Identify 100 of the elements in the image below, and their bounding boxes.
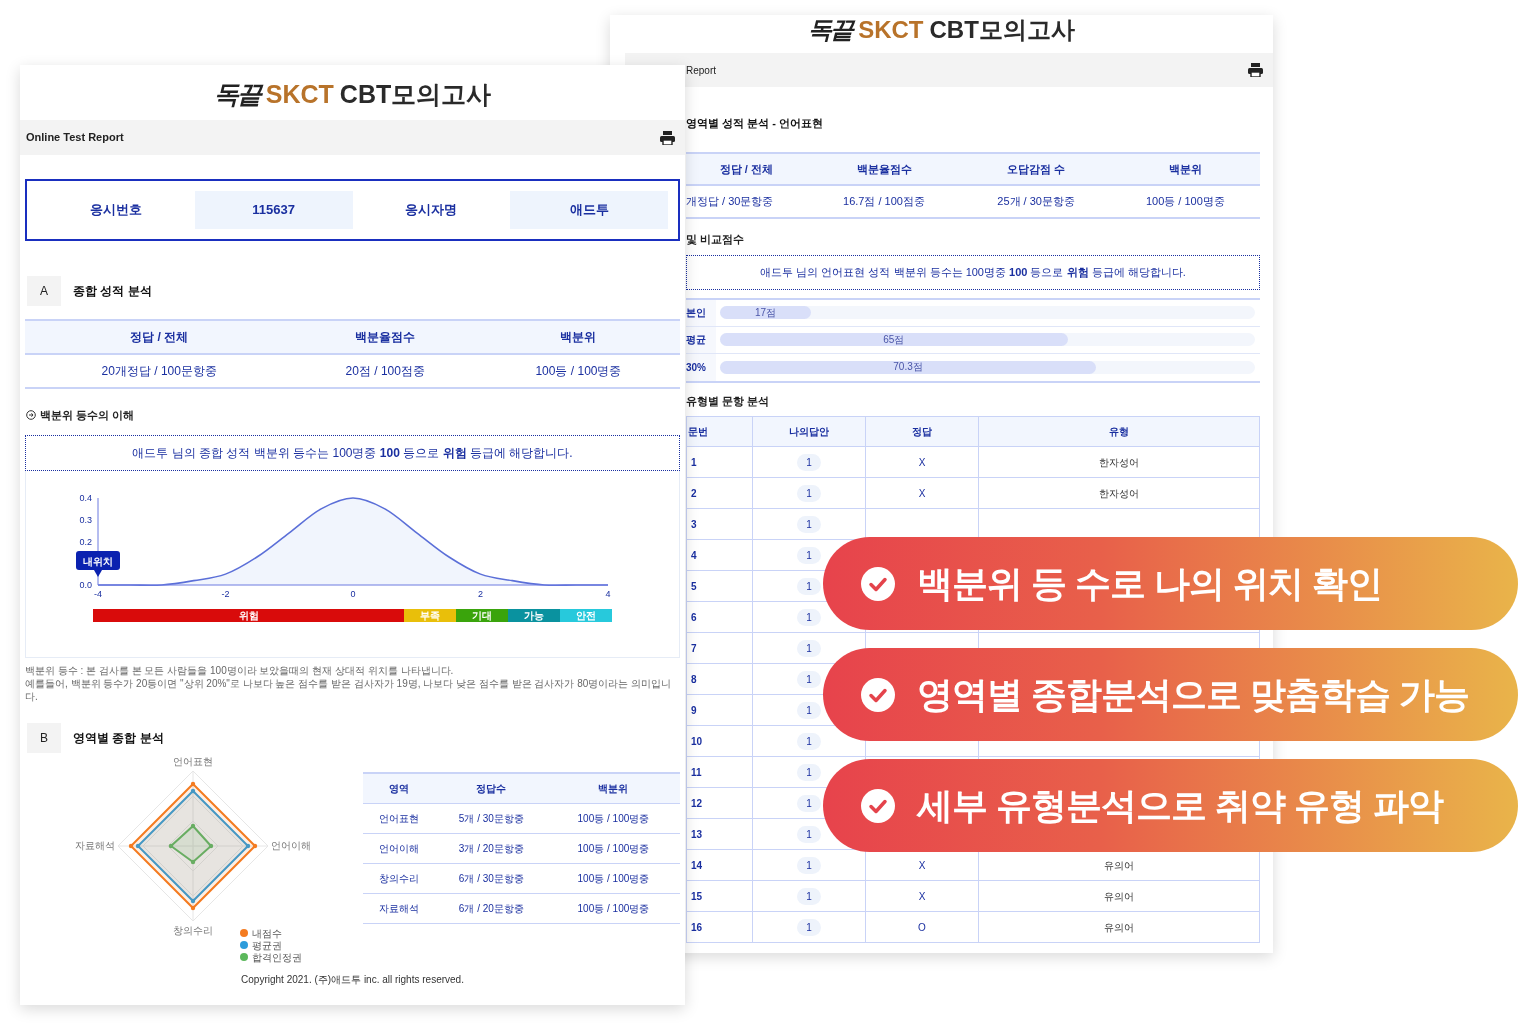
table-cell: 100등 / 100명중	[546, 863, 680, 894]
section-title: 영역별 종합 분석	[73, 730, 164, 747]
field-label: 응시번호	[88, 201, 143, 219]
table-cell: 5	[686, 570, 753, 602]
printer-icon[interactable]	[1248, 63, 1263, 77]
table-cell: O	[918, 921, 926, 933]
column-header: 영역	[363, 773, 436, 804]
brand-name: SKCT	[265, 82, 334, 107]
bar-label: 평균	[686, 326, 716, 353]
answer-chip: 1	[797, 918, 821, 936]
table-cell: X	[918, 456, 926, 468]
tick-label: 4	[605, 589, 611, 599]
field-value: 115637	[194, 191, 353, 229]
table-cell: 유의어	[1104, 921, 1135, 933]
section-title: 영역별 성적 분석 - 언어표현	[686, 116, 824, 131]
table-cell: 7	[686, 632, 753, 664]
legend-label: 합격인정권	[252, 952, 302, 963]
table-cell: 100등 / 100명중	[546, 893, 680, 924]
bar-label: 30%	[686, 353, 716, 381]
answer-chip: 1	[797, 794, 821, 812]
grade-band: 안전	[560, 609, 613, 622]
table-cell: 6개 / 30문항중	[435, 863, 547, 894]
bar-label: 본인	[686, 299, 716, 326]
field-label: 응시자명	[404, 201, 459, 219]
field-value: 애드투	[510, 191, 668, 229]
answer-chip: 1	[797, 484, 821, 502]
column-header: 오답감점 수	[961, 152, 1111, 185]
table-cell: 언어표현	[363, 803, 436, 834]
section-title: 종합 성적 분석	[73, 282, 152, 300]
bar-fill: 17점	[720, 306, 811, 319]
tick-label: -4	[94, 589, 102, 599]
tick-label: 0.0	[79, 580, 92, 590]
check-circle-icon	[861, 788, 895, 823]
answer-chip: 1	[797, 701, 821, 719]
answer-chip: 1	[797, 608, 821, 626]
check-circle-icon	[861, 677, 895, 712]
table-cell: 16.7점 / 100점중	[806, 185, 962, 218]
table-cell: 개정답 / 30문항중	[686, 185, 807, 218]
tick-label: 2	[478, 589, 483, 599]
table-cell: 14	[686, 849, 753, 881]
subsection-title: 백분위 등수의 이해	[40, 407, 135, 423]
table-cell: 10	[686, 725, 753, 757]
product-name: CBT모의고사	[929, 18, 1075, 42]
tick-label: 0	[350, 589, 356, 599]
table-cell: 3	[686, 508, 753, 540]
table-cell: 3개 / 20문항중	[435, 833, 547, 864]
footnote: 예를들어, 백분위 등수가 20등이면 "상위 20%"로 나보다 높은 점수를 받은 검사자가 19명, 나보다 낮은 점수를 받은 검사자가 80명이라는 의미입니다.	[25, 677, 673, 703]
answer-chip: 1	[797, 825, 821, 843]
column-header: 나의답안	[752, 416, 866, 447]
section-letter: A	[27, 275, 61, 306]
column-header: 정답	[865, 416, 979, 447]
logo-mark: 독끝	[213, 82, 260, 107]
table-cell: X	[918, 890, 926, 902]
table-cell: 2	[686, 477, 753, 509]
report-header: Report	[686, 63, 716, 78]
table-cell: 20점 / 100점중	[293, 353, 477, 388]
table-cell: 25개 / 30문항중	[961, 185, 1111, 218]
copyright-text: Copyright 2021. (주)애드투 inc. all rights reserved.	[240, 973, 465, 987]
table-cell: 창의수리	[363, 863, 436, 894]
section-title: 유형별 문항 분석	[686, 393, 771, 409]
table-cell: 8	[686, 663, 753, 695]
column-header: 유형	[978, 416, 1260, 447]
grade-band: 위험	[93, 609, 405, 622]
column-header: 백분위	[476, 319, 680, 354]
answer-chip: 1	[797, 577, 821, 595]
table-cell: 100등 / 100명중	[546, 833, 680, 864]
table-cell: 100등 / 100명중	[476, 353, 680, 388]
table-cell: 자료해석	[363, 893, 436, 924]
answer-chip: 1	[797, 732, 821, 750]
grade-band: 가능	[508, 609, 561, 622]
table-cell: 12	[686, 787, 753, 819]
axis-label: 자료해석	[75, 840, 115, 851]
column-header: 정답 / 전체	[686, 152, 807, 185]
info-sentence: 애드투 님의 언어표현 성적 백분위 등수는 100명중 100 등으로 위험 등급에 해당합니다.	[686, 255, 1260, 290]
table-cell: 20개정답 / 100문항중	[25, 353, 294, 388]
answer-chip: 1	[797, 670, 821, 688]
banner-text: 세부 유형분석으로 취약 유형 파악	[917, 783, 1443, 828]
bar-fill: 65점	[720, 333, 1068, 346]
table-cell: X	[918, 487, 926, 499]
axis-label: 창의수리	[173, 925, 213, 936]
report-header: Online Test Report	[26, 130, 124, 146]
answer-chip: 1	[797, 856, 821, 874]
banner-text: 영역별 종합분석으로 맞춤학습 가능	[917, 672, 1469, 717]
grade-band: 기대	[456, 609, 509, 622]
printer-icon[interactable]	[660, 130, 675, 145]
axis-label: 언어이해	[271, 840, 311, 851]
tick-label: -2	[221, 589, 230, 599]
annotation: 내위치	[83, 555, 113, 567]
legend-label: 내점수	[252, 928, 282, 939]
table-cell: 언어이해	[363, 833, 436, 864]
section-letter: B	[27, 723, 61, 753]
table-cell: 한자성어	[1099, 487, 1140, 499]
arrow-circle-icon	[26, 409, 36, 420]
table-cell: 6개 / 20문항중	[435, 893, 547, 924]
answer-chip: 1	[797, 453, 821, 471]
column-header: 백분위	[546, 773, 680, 804]
table-cell: 16	[686, 911, 753, 943]
table-cell: 100등 / 100명중	[1110, 185, 1260, 218]
product-name: CBT모의고사	[339, 82, 492, 107]
answer-chip: 1	[797, 515, 821, 533]
